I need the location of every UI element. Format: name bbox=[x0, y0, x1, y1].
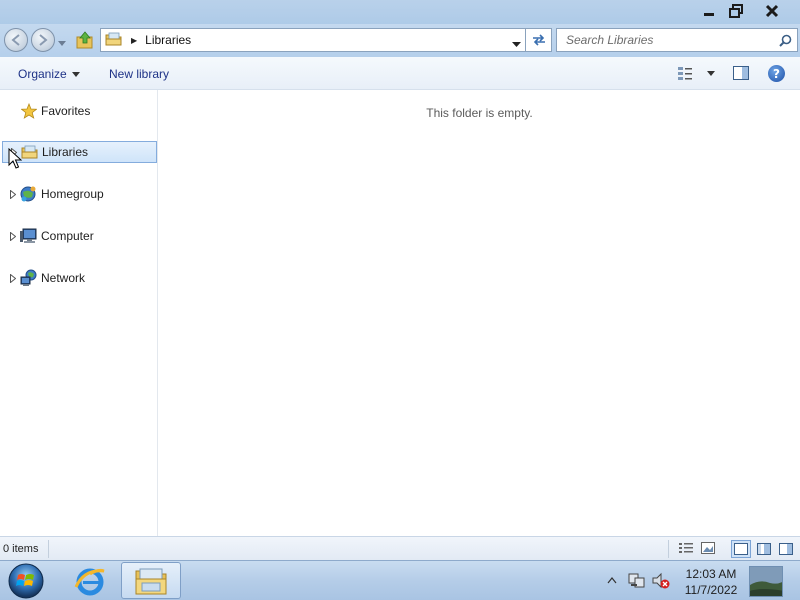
ie-icon bbox=[74, 568, 105, 595]
layout-split-icon bbox=[757, 542, 771, 555]
nav-item-label: Libraries bbox=[42, 145, 89, 159]
layout-details-pane-button[interactable] bbox=[754, 540, 774, 558]
show-desktop-button[interactable] bbox=[749, 566, 783, 597]
navigation-bar: ▶ Libraries bbox=[0, 24, 800, 57]
close-button[interactable] bbox=[757, 0, 787, 22]
nav-item-libraries[interactable]: Libraries bbox=[2, 141, 157, 163]
forward-arrow-icon bbox=[39, 34, 48, 46]
layout-preview-icon bbox=[779, 542, 793, 555]
empty-folder-message: This folder is empty. bbox=[426, 106, 533, 120]
recent-pages-dropdown[interactable] bbox=[58, 36, 66, 50]
breadcrumb-libraries[interactable]: Libraries bbox=[145, 33, 191, 47]
back-arrow-icon bbox=[11, 34, 20, 46]
volume-muted-icon[interactable] bbox=[652, 572, 670, 593]
start-button[interactable] bbox=[6, 562, 46, 600]
network-icon bbox=[20, 269, 38, 287]
up-folder-icon bbox=[76, 31, 93, 49]
nav-item-label: Computer bbox=[41, 229, 94, 243]
star-icon bbox=[20, 102, 38, 120]
system-clock[interactable]: 12:03 AM 11/7/2022 bbox=[678, 566, 744, 598]
layout-single-icon bbox=[734, 542, 748, 555]
status-bar: 0 items bbox=[0, 536, 800, 560]
navigation-pane: Favorites Libraries Homegroup Computer N… bbox=[0, 90, 158, 536]
expand-arrow-icon[interactable] bbox=[10, 189, 18, 199]
nav-item-computer[interactable]: Computer bbox=[2, 225, 157, 247]
layout-navigation-pane-button[interactable] bbox=[731, 540, 751, 558]
chevron-down-icon bbox=[58, 41, 66, 46]
back-button[interactable] bbox=[4, 28, 28, 52]
minimize-icon bbox=[704, 13, 714, 16]
homegroup-icon bbox=[20, 185, 38, 203]
mouse-cursor-icon bbox=[8, 147, 23, 173]
new-library-button[interactable]: New library bbox=[109, 67, 169, 81]
restore-button[interactable] bbox=[721, 0, 751, 22]
search-icon[interactable] bbox=[779, 34, 792, 50]
nav-item-label: Network bbox=[41, 271, 86, 285]
nav-item-network[interactable]: Network bbox=[2, 267, 157, 289]
computer-icon bbox=[20, 227, 38, 245]
file-list-area[interactable]: This folder is empty. bbox=[159, 90, 800, 536]
libraries-icon bbox=[21, 143, 39, 161]
restore-icon bbox=[729, 4, 743, 18]
desktop-thumbnail-icon bbox=[750, 567, 782, 596]
chevron-down-icon bbox=[512, 42, 521, 47]
chevron-up-icon bbox=[607, 577, 617, 584]
clock-date: 11/7/2022 bbox=[684, 583, 738, 597]
taskbar: 12:03 AM 11/7/2022 bbox=[0, 560, 800, 600]
nav-item-label: Favorites bbox=[41, 104, 91, 118]
search-input[interactable] bbox=[566, 33, 776, 47]
command-bar: Organize New library ? bbox=[0, 57, 800, 90]
chevron-down-icon bbox=[71, 72, 80, 78]
nav-item-favorites[interactable]: Favorites bbox=[2, 100, 157, 122]
forward-button[interactable] bbox=[31, 28, 55, 52]
address-history-dropdown[interactable] bbox=[512, 37, 521, 51]
refresh-button[interactable] bbox=[526, 28, 552, 52]
preview-pane-button[interactable] bbox=[733, 66, 749, 84]
preview-pane-icon bbox=[733, 66, 749, 80]
organize-menu-button[interactable]: Organize bbox=[18, 67, 80, 81]
taskbar-internet-explorer[interactable] bbox=[60, 562, 120, 599]
close-icon bbox=[765, 4, 779, 18]
details-view-icon[interactable] bbox=[678, 542, 694, 558]
explorer-folder-icon bbox=[135, 568, 167, 594]
status-divider bbox=[668, 540, 669, 558]
breadcrumb-separator-icon[interactable]: ▶ bbox=[131, 36, 137, 45]
network-tray-icon[interactable] bbox=[628, 572, 646, 593]
libraries-folder-icon bbox=[105, 31, 123, 50]
address-bar[interactable]: ▶ Libraries bbox=[100, 28, 526, 52]
show-hidden-icons-button[interactable] bbox=[607, 573, 617, 587]
minimize-button[interactable] bbox=[694, 0, 724, 22]
help-button[interactable]: ? bbox=[768, 65, 785, 82]
layout-preview-pane-button[interactable] bbox=[776, 540, 796, 558]
clock-time: 12:03 AM bbox=[685, 567, 737, 581]
chevron-down-icon bbox=[707, 71, 715, 76]
search-box[interactable] bbox=[556, 28, 798, 52]
organize-label: Organize bbox=[18, 67, 67, 81]
large-icons-view-icon[interactable] bbox=[701, 542, 715, 558]
item-count: 0 items bbox=[3, 543, 39, 555]
taskbar-windows-explorer[interactable] bbox=[121, 562, 181, 599]
title-bar bbox=[0, 0, 800, 24]
change-view-button[interactable] bbox=[677, 66, 715, 81]
view-details-icon bbox=[678, 67, 692, 80]
status-divider bbox=[48, 540, 49, 558]
windows-logo-icon bbox=[8, 563, 44, 599]
nav-item-homegroup[interactable]: Homegroup bbox=[2, 183, 157, 205]
refresh-icon bbox=[532, 34, 545, 46]
expand-arrow-icon[interactable] bbox=[10, 273, 18, 283]
up-one-level-button[interactable] bbox=[76, 30, 94, 53]
expand-arrow-icon[interactable] bbox=[10, 231, 18, 241]
nav-item-label: Homegroup bbox=[41, 187, 104, 201]
